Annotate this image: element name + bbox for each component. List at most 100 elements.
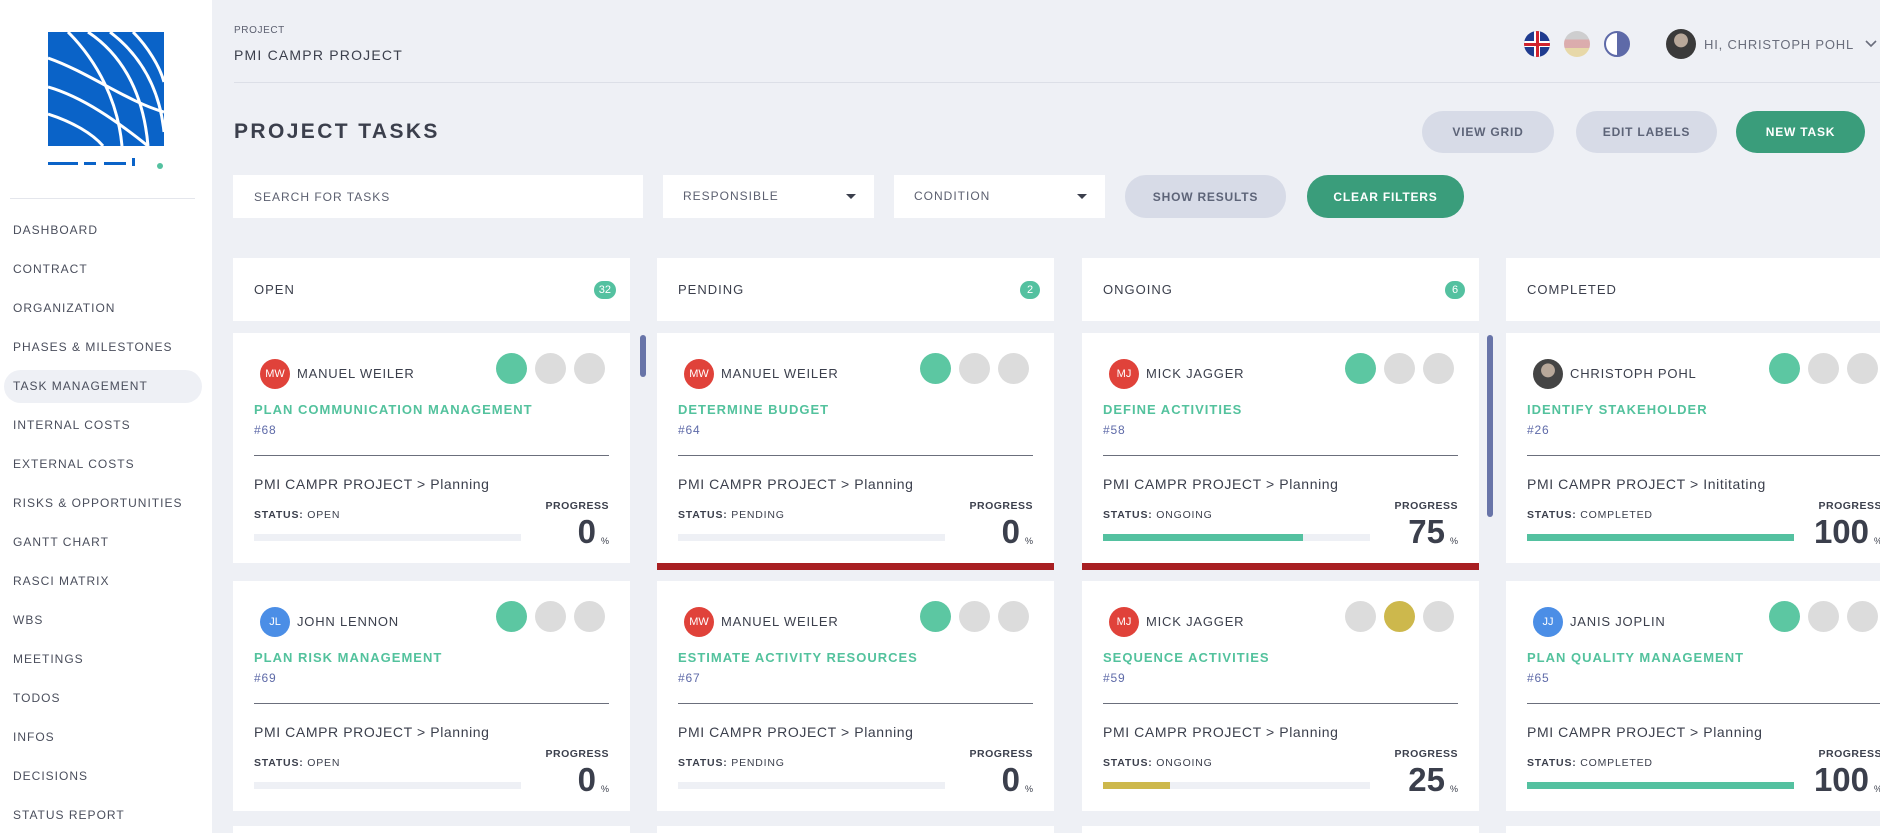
- status-dot-3[interactable]: [998, 353, 1029, 384]
- sidebar-item-external-costs[interactable]: EXTERNAL COSTS: [4, 448, 202, 481]
- status-dots: [912, 601, 1029, 632]
- contrast-toggle-icon[interactable]: [1604, 31, 1631, 57]
- progress-bar: [678, 534, 945, 541]
- task-number: #65: [1527, 671, 1550, 685]
- status-dot-2[interactable]: [1808, 601, 1839, 632]
- assignee-name: JOHN LENNON: [297, 614, 399, 629]
- caret-down-icon: [1077, 194, 1087, 199]
- sidebar-item-status-report[interactable]: STATUS REPORT: [4, 799, 202, 832]
- search-input[interactable]: [233, 175, 643, 218]
- task-card[interactable]: MJ MICK JAGGER DEFINE ACTIVITIES #58 PMI CAM…: [1082, 333, 1479, 570]
- task-card[interactable]: JL JOHN LENNON PLAN RISK MANAGEMENT #69 PMI …: [233, 581, 630, 811]
- company-logo[interactable]: [46, 30, 170, 176]
- progress-bar: [1527, 534, 1794, 541]
- status-dot-1[interactable]: [1769, 601, 1800, 632]
- status-dot-2[interactable]: [535, 601, 566, 632]
- sidebar-item-contract[interactable]: CONTRACT: [4, 253, 202, 286]
- sidebar-item-decisions[interactable]: DECISIONS: [4, 760, 202, 793]
- status-value: COMPLETED: [1580, 509, 1653, 521]
- status-dots: [1761, 601, 1878, 632]
- task-title[interactable]: PLAN QUALITY MANAGEMENT: [1527, 650, 1744, 665]
- status-dot-2[interactable]: [959, 601, 990, 632]
- task-path: PMI CAMPR PROJECT > Planning: [678, 724, 914, 740]
- task-status: STATUS: ONGOING: [1103, 757, 1213, 769]
- task-path: PMI CAMPR PROJECT > Planning: [1103, 476, 1339, 492]
- task-card-partial[interactable]: [1506, 826, 1880, 833]
- responsible-select[interactable]: RESPONSIBLE: [663, 175, 874, 218]
- task-number: #67: [678, 671, 701, 685]
- status-dot-3[interactable]: [998, 601, 1029, 632]
- status-dot-2[interactable]: [959, 353, 990, 384]
- chevron-down-icon[interactable]: [1864, 37, 1878, 51]
- clear-filters-button[interactable]: CLEAR FILTERS: [1307, 175, 1464, 218]
- task-card[interactable]: MW MANUEL WEILER ESTIMATE ACTIVITY RESOURC…: [657, 581, 1054, 811]
- task-title[interactable]: PLAN RISK MANAGEMENT: [254, 650, 442, 665]
- task-title[interactable]: DEFINE ACTIVITIES: [1103, 402, 1242, 417]
- status-dot-3[interactable]: [1847, 353, 1878, 384]
- progress-label: PROGRESS: [969, 500, 1033, 512]
- status-dot-1[interactable]: [920, 353, 951, 384]
- status-prefix: STATUS:: [1527, 757, 1581, 769]
- new-task-button[interactable]: NEW TASK: [1736, 111, 1865, 153]
- view-grid-button[interactable]: VIEW GRID: [1422, 111, 1554, 153]
- sidebar-item-todos[interactable]: TODOS: [4, 682, 202, 715]
- sidebar-item-phases-milestones[interactable]: PHASES & MILESTONES: [4, 331, 202, 364]
- status-value: OPEN: [307, 757, 341, 769]
- status-dot-1[interactable]: [920, 601, 951, 632]
- task-card-partial[interactable]: [657, 826, 1054, 833]
- sidebar-item-task-management[interactable]: TASK MANAGEMENT: [4, 370, 202, 403]
- task-path: PMI CAMPR PROJECT > Planning: [254, 476, 490, 492]
- assignee-name: MANUEL WEILER: [297, 366, 415, 381]
- logo-wordmark-fragment: [48, 158, 163, 169]
- status-dot-3[interactable]: [1423, 353, 1454, 384]
- status-dot-2[interactable]: [535, 353, 566, 384]
- sidebar-item-internal-costs[interactable]: INTERNAL COSTS: [4, 409, 202, 442]
- status-dot-2[interactable]: [1384, 601, 1415, 632]
- sidebar-item-wbs[interactable]: WBS: [4, 604, 202, 637]
- task-card-partial[interactable]: [1082, 826, 1479, 833]
- task-card[interactable]: MJ MICK JAGGER SEQUENCE ACTIVITIES #59 PMI C…: [1082, 581, 1479, 811]
- sidebar-item-gantt-chart[interactable]: GANTT CHART: [4, 526, 202, 559]
- sidebar-item-rasci-matrix[interactable]: RASCI MATRIX: [4, 565, 202, 598]
- sidebar-item-meetings[interactable]: MEETINGS: [4, 643, 202, 676]
- task-card[interactable]: MW MANUEL WEILER DETERMINE BUDGET #64 PMI CA…: [657, 333, 1054, 570]
- status-dot-1[interactable]: [1345, 601, 1376, 632]
- task-card[interactable]: JJ JANIS JOPLIN PLAN QUALITY MANAGEMENT #65…: [1506, 581, 1880, 811]
- task-status: STATUS: PENDING: [678, 757, 785, 769]
- edit-labels-button[interactable]: EDIT LABELS: [1576, 111, 1717, 153]
- status-dot-1[interactable]: [496, 353, 527, 384]
- status-dot-1[interactable]: [1345, 353, 1376, 384]
- status-dot-3[interactable]: [1847, 601, 1878, 632]
- status-dot-3[interactable]: [574, 601, 605, 632]
- column-scrollbar[interactable]: [1487, 335, 1493, 517]
- progress-label: PROGRESS: [1818, 748, 1880, 760]
- status-dot-3[interactable]: [1423, 601, 1454, 632]
- sidebar-item-dashboard[interactable]: DASHBOARD: [4, 214, 202, 247]
- progress-label: PROGRESS: [545, 500, 609, 512]
- user-avatar[interactable]: [1666, 29, 1697, 59]
- uk-flag-icon[interactable]: [1524, 31, 1551, 57]
- german-flag-icon[interactable]: [1564, 31, 1591, 57]
- task-title[interactable]: PLAN COMMUNICATION MANAGEMENT: [254, 402, 533, 417]
- sidebar-item-infos[interactable]: INFOS: [4, 721, 202, 754]
- condition-select[interactable]: CONDITION: [894, 175, 1105, 218]
- task-title[interactable]: ESTIMATE ACTIVITY RESOURCES: [678, 650, 918, 665]
- status-dot-1[interactable]: [496, 601, 527, 632]
- task-title[interactable]: IDENTIFY STAKEHOLDER: [1527, 402, 1708, 417]
- show-results-button[interactable]: SHOW RESULTS: [1125, 175, 1286, 218]
- progress-value: 25: [1408, 761, 1445, 798]
- sidebar-item-risks-opportunities[interactable]: RISKS & OPPORTUNITIES: [4, 487, 202, 520]
- column-scrollbar[interactable]: [640, 335, 646, 377]
- page-title: PROJECT TASKS: [234, 120, 440, 143]
- task-card[interactable]: CHRISTOPH POHL IDENTIFY STAKEHOLDER #26 PMI…: [1506, 333, 1880, 563]
- task-card[interactable]: MW MANUEL WEILER PLAN COMMUNICATION MANAGE…: [233, 333, 630, 563]
- status-dot-3[interactable]: [574, 353, 605, 384]
- sidebar-item-organization[interactable]: ORGANIZATION: [4, 292, 202, 325]
- task-title[interactable]: SEQUENCE ACTIVITIES: [1103, 650, 1270, 665]
- status-dot-2[interactable]: [1384, 353, 1415, 384]
- task-title[interactable]: DETERMINE BUDGET: [678, 402, 829, 417]
- user-greeting[interactable]: HI, CHRISTOPH POHL: [1704, 37, 1854, 52]
- status-dot-1[interactable]: [1769, 353, 1800, 384]
- task-card-partial[interactable]: [233, 826, 630, 833]
- status-dot-2[interactable]: [1808, 353, 1839, 384]
